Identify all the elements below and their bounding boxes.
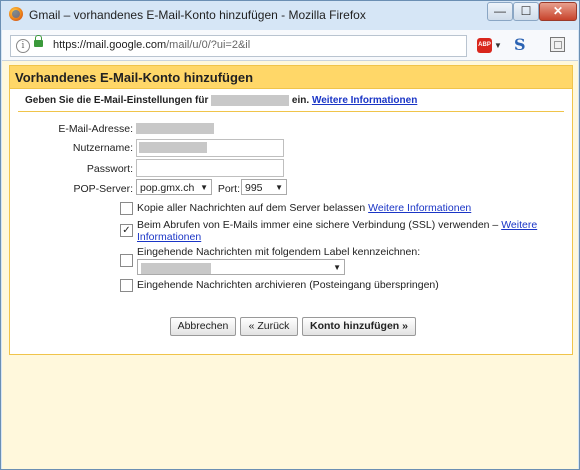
port-value: 995	[245, 182, 263, 194]
label-value-redacted	[141, 262, 211, 274]
password-field[interactable]	[136, 159, 284, 177]
keep-copy-more-info-link[interactable]: Weitere Informationen	[368, 202, 471, 214]
close-button[interactable]: ✕	[539, 2, 577, 21]
redacted-email	[211, 95, 290, 106]
page-content: Vorhandenes E-Mail-Konto hinzufügen Gebe…	[2, 61, 578, 469]
chevron-down-icon: ▼	[200, 183, 208, 192]
keep-copy-label: Kopie aller Nachrichten auf dem Server b…	[137, 202, 366, 214]
add-account-button[interactable]: Konto hinzufügen »	[302, 317, 416, 336]
url-path: /mail/u/0/?ui=2&il	[166, 39, 251, 51]
label-select[interactable]: ▼	[137, 259, 345, 275]
keep-copy-option: Kopie aller Nachrichten auf dem Server b…	[137, 202, 557, 214]
url-host: https://mail.google.com	[53, 39, 167, 51]
title-bar: Gmail – vorhandenes E-Mail-Konto hinzufü…	[1, 1, 579, 29]
info-icon[interactable]: i	[16, 39, 30, 53]
cancel-button[interactable]: Abbrechen	[170, 317, 236, 336]
panel-header: Vorhandenes E-Mail-Konto hinzufügen	[10, 66, 572, 89]
username-value-redacted	[139, 142, 207, 153]
navigation-bar: i https://mail.google.com/mail/u/0/?ui=2…	[2, 30, 578, 61]
label-incoming-option: Eingehende Nachrichten mit folgendem Lab…	[137, 246, 421, 258]
ssl-label: Beim Abrufen von E-Mails immer eine sich…	[137, 219, 499, 231]
browser-window: Gmail – vorhandenes E-Mail-Konto hinzufü…	[0, 0, 580, 470]
ssl-more-info-link-2[interactable]: Informationen	[137, 231, 201, 243]
maximize-button[interactable]: ☐	[513, 2, 539, 21]
minimize-button[interactable]: —	[487, 2, 513, 21]
label-incoming-checkbox[interactable]	[120, 254, 133, 267]
username-field[interactable]	[136, 139, 284, 157]
port-select[interactable]: 995 ▼	[241, 179, 287, 195]
pop-server-select[interactable]: pop.gmx.ch ▼	[136, 179, 212, 195]
url-text[interactable]: https://mail.google.com/mail/u/0/?ui=2&i…	[53, 39, 250, 51]
keep-copy-checkbox[interactable]	[120, 202, 133, 215]
window-title: Gmail – vorhandenes E-Mail-Konto hinzufü…	[29, 8, 366, 22]
add-account-panel: Vorhandenes E-Mail-Konto hinzufügen Gebe…	[9, 65, 573, 355]
archive-checkbox[interactable]	[120, 279, 133, 292]
lock-icon[interactable]	[34, 35, 43, 47]
ssl-more-info-link-1[interactable]: Weitere	[501, 219, 537, 231]
page-icon[interactable]	[550, 37, 565, 52]
ssl-checkbox[interactable]: ✓	[120, 224, 133, 237]
pop-server-label: POP-Server:	[73, 183, 133, 195]
ssl-option: Beim Abrufen von E-Mails immer eine sich…	[137, 219, 557, 243]
divider	[18, 111, 564, 112]
check-icon: ✓	[122, 225, 131, 236]
password-label: Passwort:	[86, 163, 133, 175]
intro-before: Geben Sie die E-Mail-Einstellungen für	[25, 95, 209, 107]
adblock-plus-icon[interactable]: ABP	[477, 38, 492, 53]
intro-after: ein.	[291, 95, 310, 107]
chevron-down-icon: ▼	[333, 263, 341, 272]
chevron-down-icon: ▼	[275, 183, 283, 192]
firefox-logo-icon	[9, 7, 23, 21]
email-value-redacted	[136, 123, 214, 134]
intro-text: Geben Sie die E-Mail-Einstellungen für e…	[25, 95, 417, 106]
pop-server-value: pop.gmx.ch	[140, 182, 195, 194]
intro-more-info-link[interactable]: Weitere Informationen	[312, 95, 417, 106]
archive-option: Eingehende Nachrichten archivieren (Post…	[137, 279, 439, 291]
username-label: Nutzername:	[72, 142, 133, 154]
url-bar[interactable]: i https://mail.google.com/mail/u/0/?ui=2…	[10, 35, 467, 57]
back-button[interactable]: « Zurück	[240, 317, 298, 336]
page-title: Vorhandenes E-Mail-Konto hinzufügen	[15, 70, 254, 85]
adblock-menu-chevron-down-icon[interactable]: ▼	[494, 41, 502, 50]
email-label: E-Mail-Adresse:	[58, 123, 133, 135]
port-label: Port:	[217, 183, 240, 195]
s-extension-icon[interactable]: S	[514, 35, 526, 54]
